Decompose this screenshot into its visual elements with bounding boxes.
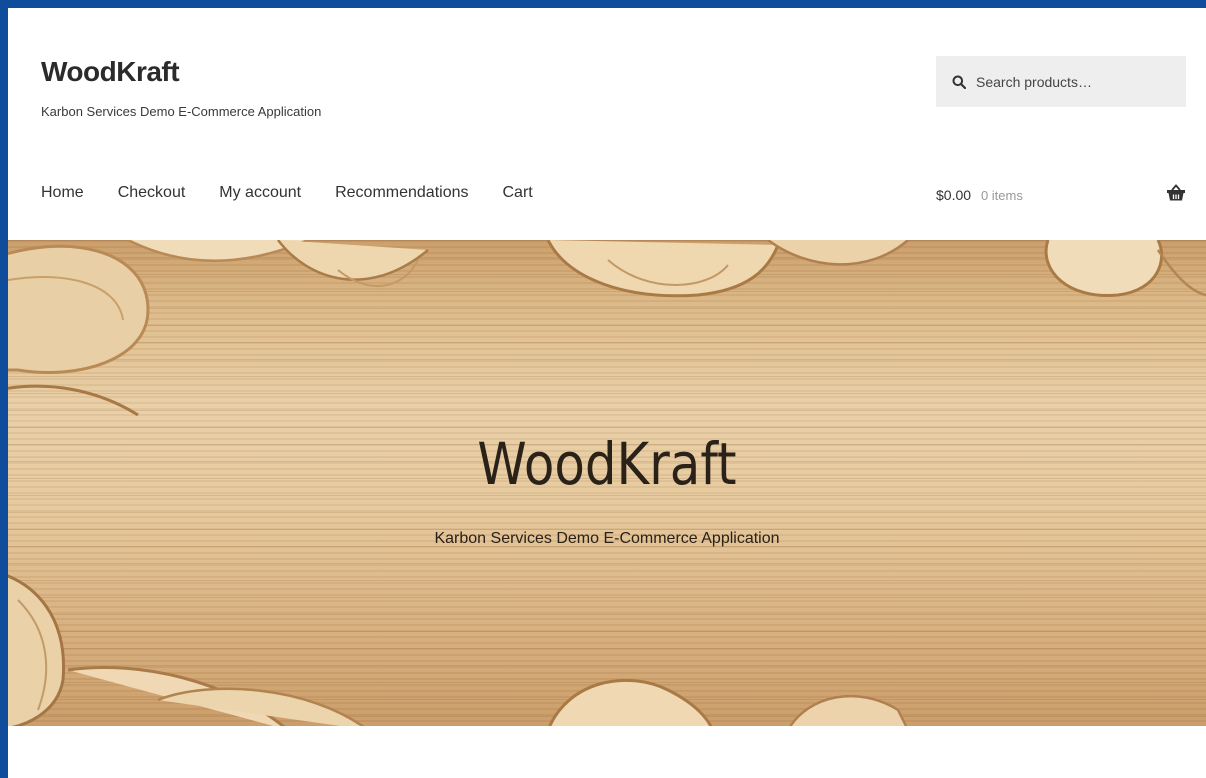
browser-frame: WoodKraft Karbon Services Demo E-Commerc…: [0, 0, 1206, 778]
site-description: Karbon Services Demo E-Commerce Applicat…: [41, 104, 322, 119]
nav-item-home[interactable]: Home: [41, 184, 84, 202]
search-input[interactable]: [976, 73, 1166, 90]
nav-item-cart[interactable]: Cart: [503, 184, 533, 202]
cart-summary-link[interactable]: $0.00 0 items: [936, 187, 1023, 203]
search-icon: [952, 74, 968, 90]
hero-title: WoodKraft: [477, 430, 737, 498]
primary-navigation: Home Checkout My account Recommendations…: [41, 184, 567, 202]
hero-subtitle: Karbon Services Demo E-Commerce Applicat…: [434, 530, 780, 547]
search-box[interactable]: [936, 56, 1186, 107]
basket-icon[interactable]: [1166, 184, 1186, 202]
cart-item-count: 0 items: [980, 188, 1023, 203]
hero-banner: WoodKraft Karbon Services Demo E-Commerc…: [8, 240, 1206, 726]
cart-amount: $0.00: [936, 187, 972, 203]
site-title-link[interactable]: WoodKraft: [41, 56, 180, 88]
nav-item-checkout[interactable]: Checkout: [118, 184, 186, 202]
nav-item-my-account[interactable]: My account: [219, 184, 301, 202]
site-header: WoodKraft Karbon Services Demo E-Commerc…: [8, 8, 1206, 240]
nav-item-recommendations[interactable]: Recommendations: [335, 184, 468, 202]
